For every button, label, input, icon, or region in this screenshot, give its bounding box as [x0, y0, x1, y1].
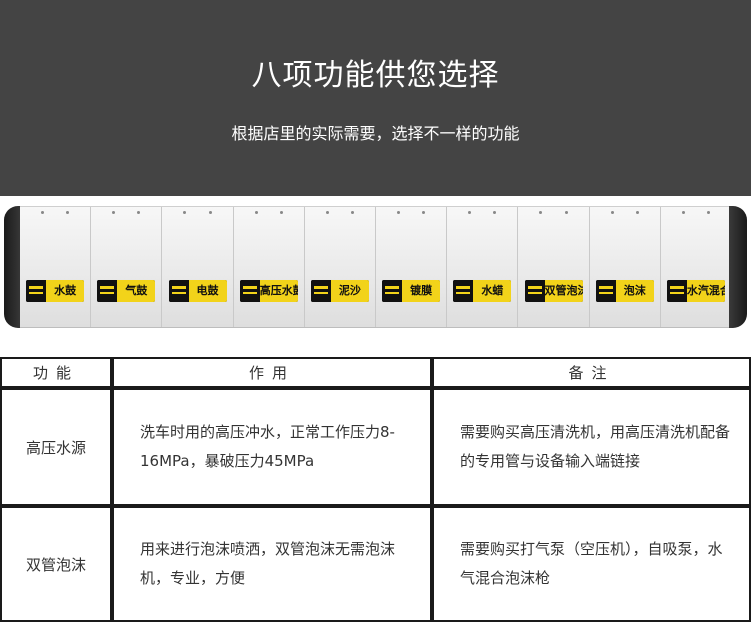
brand-logo-icon: [26, 280, 47, 302]
module-4: 高压水鼓: [233, 207, 305, 327]
table-row: 双管泡沫 用来进行泡沫喷洒，双管泡沫无需泡沫机，专业，方便 需要购买打气泵（空压…: [0, 506, 751, 622]
module-label: 高压水鼓: [239, 280, 298, 302]
module-3: 电鼓: [162, 207, 234, 327]
module-2: 气鼓: [91, 207, 163, 327]
module-label: 水鼓: [26, 280, 85, 302]
brand-logo-icon: [453, 280, 474, 302]
brand-logo-icon: [239, 280, 260, 302]
module-label: 镀膜: [382, 280, 441, 302]
header-note: 备注: [432, 357, 751, 388]
header-banner: 八项功能供您选择 根据店里的实际需要，选择不一样的功能: [0, 0, 751, 196]
brand-logo-icon: [97, 280, 118, 302]
page-title: 八项功能供您选择: [251, 58, 500, 93]
header-usage: 作用: [112, 357, 432, 388]
module-6: 镀膜: [376, 207, 448, 327]
brand-logo-icon: [382, 280, 403, 302]
module-5: 泥沙: [304, 207, 377, 327]
note-cell: 需要购买打气泵（空压机），自吸泵，水气混合泡沫枪: [432, 506, 751, 622]
brand-logo-icon: [168, 280, 189, 302]
usage-cell: 用来进行泡沫喷洒，双管泡沫无需泡沫机，专业，方便: [112, 506, 432, 622]
note-cell: 需要购买高压清洗机，用高压清洗机配备的专用管与设备输入端链接: [432, 388, 751, 506]
brand-logo-icon: [524, 280, 545, 302]
module-label: 泡沫: [595, 280, 654, 302]
end-cap-right: [729, 206, 747, 328]
product-image: 水鼓 气鼓 电鼓 高压水鼓 泥沙 镀膜 水蜡 双管泡沫 泡沫 水汽混合: [0, 196, 751, 344]
module-label: 泥沙: [310, 280, 369, 302]
module-label: 水蜡: [453, 280, 512, 302]
usage-cell: 洗车时用的高压冲水，正常工作压力8-16MPa，暴破压力45MPa: [112, 388, 432, 506]
module-row: 水鼓 气鼓 电鼓 高压水鼓 泥沙 镀膜 水蜡 双管泡沫 泡沫 水汽混合: [20, 206, 732, 328]
module-label: 电鼓: [168, 280, 227, 302]
header-function: 功能: [0, 357, 112, 388]
module-label: 双管泡沫: [524, 280, 583, 302]
brand-logo-icon: [595, 280, 616, 302]
module-7: 水蜡: [447, 207, 519, 327]
module-label: 水汽混合: [666, 280, 725, 302]
module-9: 泡沫: [589, 207, 661, 327]
feature-table: 功能 作用 备注 高压水源 洗车时用的高压冲水，正常工作压力8-16MPa，暴破…: [0, 357, 751, 625]
module-8: 双管泡沫: [518, 207, 590, 327]
function-cell: 双管泡沫: [0, 506, 112, 622]
module-1: 水鼓: [20, 207, 92, 327]
page-subtitle: 根据店里的实际需要，选择不一样的功能: [231, 124, 520, 143]
module-10: 水汽混合: [660, 207, 732, 327]
table-row: 高压水源 洗车时用的高压冲水，正常工作压力8-16MPa，暴破压力45MPa 需…: [0, 388, 751, 506]
function-cell: 高压水源: [0, 388, 112, 506]
brand-logo-icon: [310, 280, 331, 302]
module-label: 气鼓: [97, 280, 156, 302]
brand-logo-icon: [666, 280, 687, 302]
table-header-row: 功能 作用 备注: [0, 357, 751, 388]
